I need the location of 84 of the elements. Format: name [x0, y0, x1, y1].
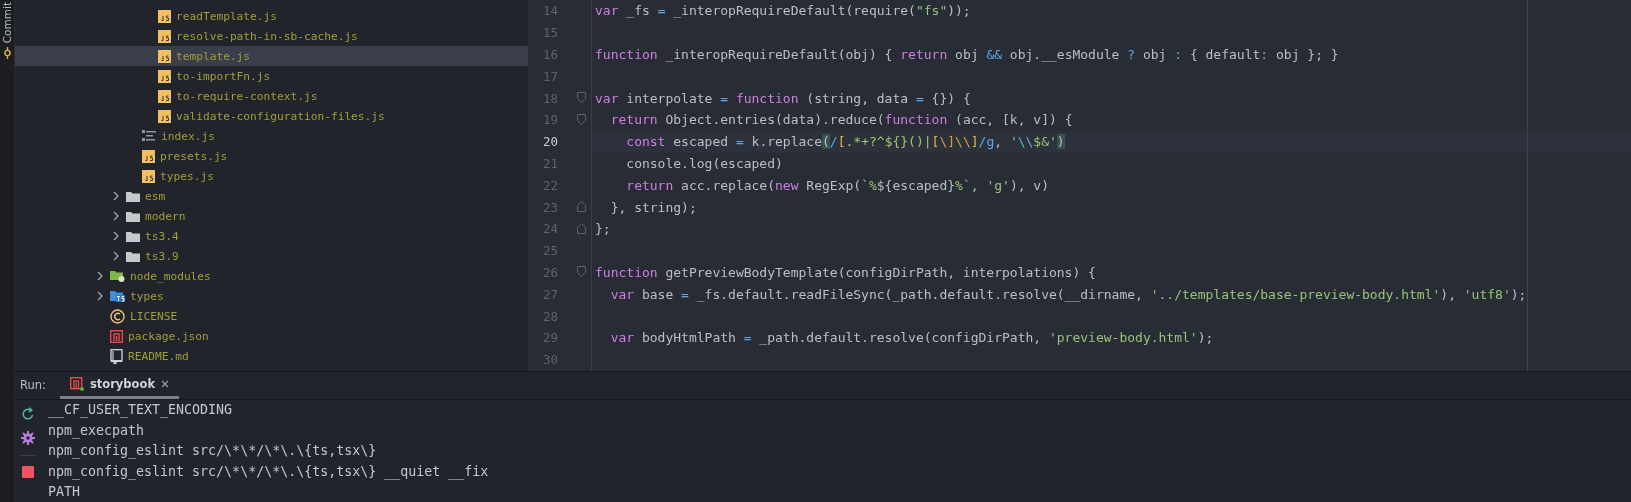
- js-file-icon: [158, 69, 171, 83]
- tree-item[interactable]: modern: [15, 206, 528, 226]
- folder-icon: [126, 190, 140, 202]
- npm-run-icon: [69, 376, 84, 391]
- console-line: npm_config_eslint src/\*\*/\*\.\{ts,tsx\} __quiet __fix: [48, 462, 490, 482]
- run-label: Run:: [19, 378, 47, 393]
- line-number: 30: [541, 352, 558, 368]
- tree-item[interactable]: esm: [15, 186, 528, 206]
- rerun-icon[interactable]: [21, 406, 35, 421]
- code-line: var base = _fs.default.readFileSync(_path.default.resolve(__dirname, '../templates/base-preview-body.html'), 'utf8');: [609, 286, 1527, 302]
- tree-item[interactable]: template.js: [15, 46, 528, 66]
- line-number: 18: [541, 90, 558, 106]
- folder-icon: [126, 250, 140, 262]
- line-number: 25: [541, 243, 558, 259]
- tree-item[interactable]: resolve-path-in-sb-cache.js: [15, 26, 528, 46]
- code-line: var interpolate = function (string, data = {}) {: [595, 90, 971, 106]
- commit-icon[interactable]: [2, 47, 12, 60]
- tree-item[interactable]: README.md: [15, 346, 528, 366]
- code-line: function _interopRequireDefault(obj) { return obj && obj.__esModule ? obj : { default: obj }; }: [595, 47, 1339, 62]
- tree-item[interactable]: to-require-context.js: [15, 86, 528, 106]
- code-line: console.log(escaped): [625, 155, 783, 171]
- tree-item[interactable]: to-importFn.js: [15, 66, 528, 86]
- folder-icon: [126, 230, 140, 242]
- code-line: return Object.entries(data).reduce(function (acc, [k, v]) {: [609, 112, 1073, 128]
- tree-item[interactable]: index.js: [15, 126, 528, 146]
- settings-icon[interactable]: [21, 430, 35, 445]
- chevron-icon[interactable]: [111, 191, 121, 201]
- tree-item[interactable]: ts3.4: [15, 226, 528, 246]
- code-line: };: [595, 221, 611, 237]
- console-line: npm_execpath: [48, 421, 146, 441]
- js-file-icon: [158, 29, 171, 43]
- line-number: 29: [541, 330, 558, 346]
- console-line: PATH: [48, 483, 82, 502]
- tree-item[interactable]: ts3.9: [15, 246, 528, 266]
- line-number: 21: [541, 155, 558, 171]
- copyright-icon: [110, 308, 125, 324]
- console-line: __CF_USER_TEXT_ENCODING: [48, 401, 234, 420]
- list-file-icon: [142, 130, 156, 142]
- line-number: 16: [541, 47, 558, 62]
- code-line: var bodyHtmlPath = _path.default.resolve(configDirPath, 'preview-body.html');: [609, 330, 1214, 346]
- chevron-icon[interactable]: [111, 231, 121, 241]
- line-number: 19: [541, 112, 558, 128]
- js-file-icon: [158, 89, 171, 103]
- book-icon: [110, 348, 123, 364]
- npm-package-icon: [110, 329, 123, 343]
- console-line: npm_config_eslint src/\*\*/\*\.\{ts,tsx\}: [48, 442, 378, 461]
- line-number: 23: [541, 199, 558, 215]
- code-line: const escaped = k.replace(/[.*+?^${}()|[\]\\]/g, '\\$&'): [625, 134, 1065, 150]
- js-file-icon: [142, 149, 155, 163]
- tree-item[interactable]: presets.js: [15, 146, 528, 166]
- line-number: 15: [541, 25, 558, 41]
- chevron-icon[interactable]: [111, 211, 121, 221]
- line-number: 14: [541, 3, 558, 19]
- code-line: var _fs = _interopRequireDefault(require("fs"));: [595, 3, 971, 19]
- ts-folder-icon: [110, 290, 125, 302]
- line-number: 27: [541, 286, 558, 302]
- chevron-icon[interactable]: [95, 291, 105, 301]
- tree-item[interactable]: types.js: [15, 166, 528, 186]
- line-number: 17: [541, 68, 558, 84]
- modules-folder-icon: [110, 270, 125, 282]
- line-number: 20: [541, 134, 558, 150]
- tree-item[interactable]: node_modules: [15, 266, 528, 286]
- js-file-icon: [158, 9, 171, 23]
- code-line: }, string);: [609, 199, 697, 215]
- js-file-icon: [158, 109, 171, 123]
- close-icon[interactable]: [161, 379, 170, 388]
- line-number: 22: [541, 177, 558, 193]
- line-number: 28: [541, 308, 558, 324]
- tree-item[interactable]: package.json: [15, 326, 528, 346]
- stop-icon[interactable]: [22, 465, 34, 478]
- chevron-icon[interactable]: [111, 251, 121, 261]
- tree-item[interactable]: LICENSE: [15, 306, 528, 326]
- folder-icon: [126, 210, 140, 222]
- js-file-icon: [142, 169, 155, 183]
- chevron-icon[interactable]: [95, 271, 105, 281]
- js-file-icon: [158, 49, 171, 63]
- line-number: 24: [541, 221, 558, 237]
- line-number: 26: [541, 264, 558, 280]
- tree-item[interactable]: validate-configuration-files.js: [15, 106, 528, 126]
- code-line: function getPreviewBodyTemplate(configDirPath, interpolations) {: [595, 264, 1096, 280]
- commit-tab[interactable]: Commit: [1, 2, 13, 44]
- tree-item[interactable]: types: [15, 286, 528, 306]
- code-line: return acc.replace(new RegExp(`%${escaped}%`, 'g'), v): [625, 177, 1049, 193]
- tree-item[interactable]: readTemplate.js: [15, 6, 528, 26]
